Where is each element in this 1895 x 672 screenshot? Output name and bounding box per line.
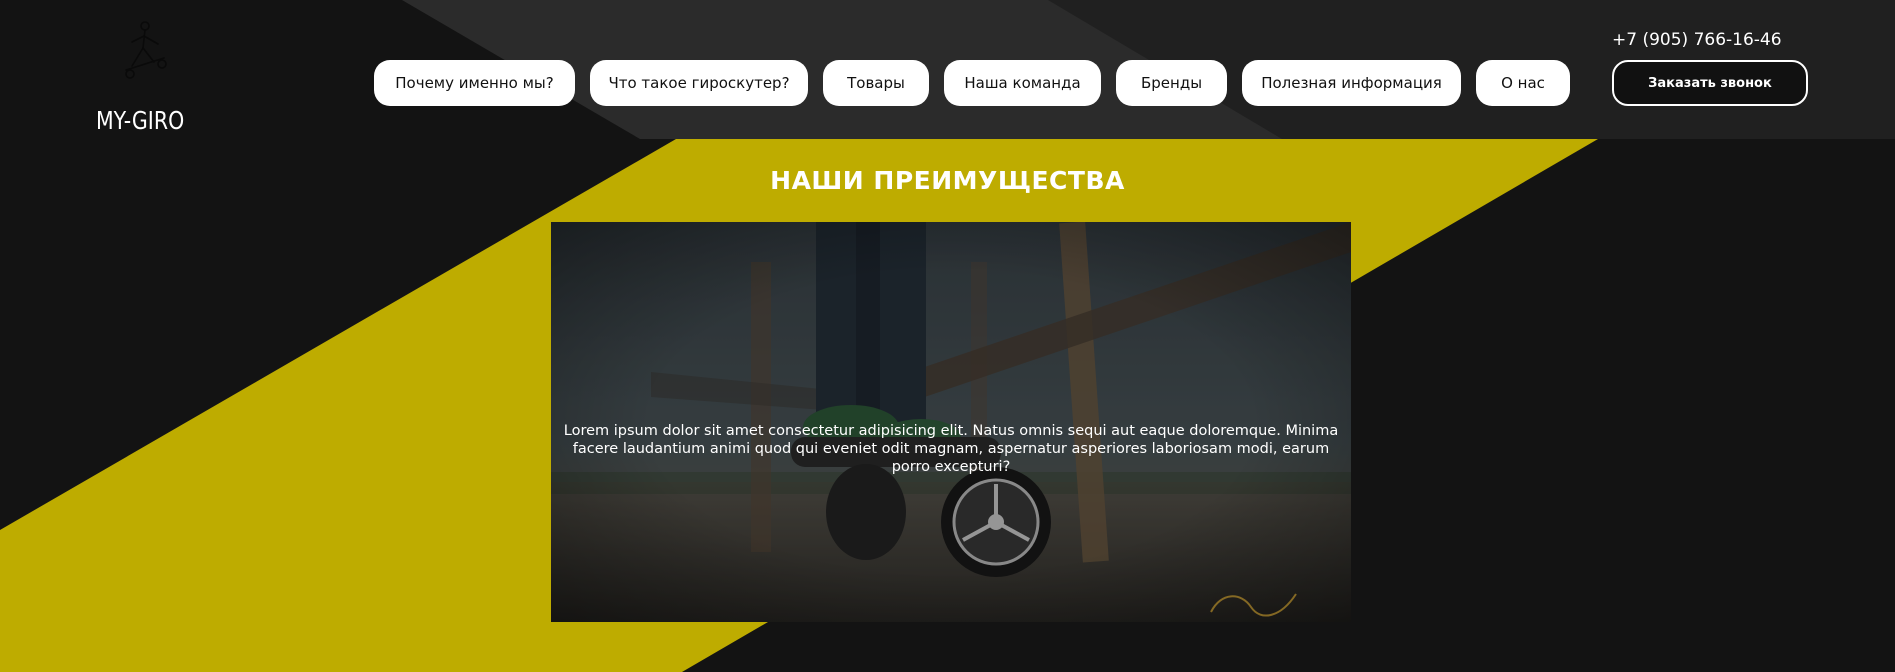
nav-what-is-hoverboard[interactable]: Что такое гироскутер? <box>590 60 808 106</box>
nav-useful-info[interactable]: Полезная информация <box>1242 60 1461 106</box>
logo-text: MY-GIRO <box>96 106 185 135</box>
callback-button[interactable]: Заказать звонок <box>1612 60 1808 106</box>
nav-why-us[interactable]: Почему именно мы? <box>374 60 575 106</box>
nav-team[interactable]: Наша команда <box>944 60 1101 106</box>
nav-products[interactable]: Товары <box>823 60 929 106</box>
main-nav: Почему именно мы? Что такое гироскутер? … <box>374 60 1570 106</box>
section-title: НАШИ ПРЕИМУЩЕСТВА <box>770 166 1125 195</box>
logo[interactable]: MY-GIRO <box>88 18 188 138</box>
hero-text: Lorem ipsum dolor sit amet consectetur a… <box>563 423 1339 475</box>
hero-image: Lorem ipsum dolor sit amet consectetur a… <box>551 222 1351 622</box>
nav-about[interactable]: О нас <box>1476 60 1570 106</box>
nav-brands[interactable]: Бренды <box>1116 60 1227 106</box>
phone-number[interactable]: +7 (905) 766-16-46 <box>1612 30 1782 50</box>
hoverboard-rider-icon <box>125 21 167 79</box>
